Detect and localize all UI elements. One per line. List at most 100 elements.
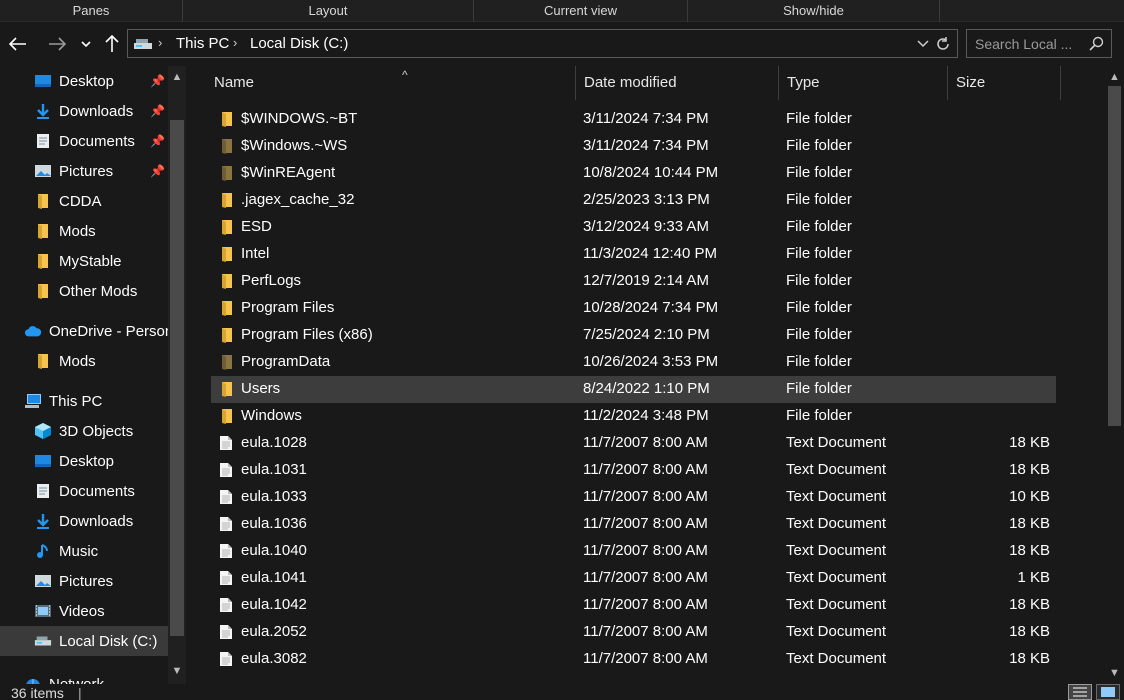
sidebar-item-local-disk[interactable]: Local Disk (C:) bbox=[0, 626, 168, 656]
file-list-scrollbar[interactable]: ▲ ▼ bbox=[1105, 66, 1124, 684]
up-button[interactable] bbox=[100, 32, 124, 56]
table-row[interactable]: Intel 11/3/2024 12:40 PM File folder bbox=[211, 241, 1056, 268]
chevron-down-icon bbox=[81, 40, 91, 47]
table-row[interactable]: eula.1036 11/7/2007 8:00 AM Text Document 1… bbox=[211, 511, 1056, 538]
table-row[interactable]: $Windows.~WS 3/11/2024 7:34 PM File folder bbox=[211, 133, 1056, 160]
sidebar-item-onedrive-mods[interactable]: Mods bbox=[34, 346, 168, 376]
sidebar-item-onedrive[interactable]: OneDrive - Person bbox=[24, 316, 173, 346]
sidebar-item-this-pc[interactable]: This PC bbox=[24, 386, 168, 416]
sidebar-item-pc-documents[interactable]: Documents bbox=[34, 476, 168, 506]
sidebar-item-pc-downloads[interactable]: Downloads bbox=[34, 506, 168, 536]
scroll-down-icon[interactable]: ▼ bbox=[1105, 664, 1124, 682]
breadcrumb-local-disk[interactable]: Local Disk (C:) bbox=[250, 35, 348, 52]
sort-ascending-icon: ^ bbox=[402, 68, 408, 82]
file-type: Text Document bbox=[786, 461, 887, 478]
table-row[interactable]: eula.1033 11/7/2007 8:00 AM Text Document 1… bbox=[211, 484, 1056, 511]
file-name: $Windows.~WS bbox=[241, 137, 348, 154]
sidebar-item-3d-objects[interactable]: 3D Objects bbox=[34, 416, 168, 446]
sidebar-item-desktop[interactable]: Desktop bbox=[34, 66, 168, 96]
table-row[interactable]: eula.1041 11/7/2007 8:00 AM Text Document 1… bbox=[211, 565, 1056, 592]
table-row[interactable]: PerfLogs 12/7/2019 2:14 AM File folder bbox=[211, 268, 1056, 295]
scroll-down-icon[interactable]: ▼ bbox=[168, 662, 186, 680]
pin-icon[interactable]: 📌 bbox=[150, 74, 165, 88]
sidebar-item-label: Mods bbox=[59, 352, 96, 370]
column-header-size[interactable]: Size bbox=[948, 66, 1061, 100]
breadcrumb-separator[interactable]: › bbox=[158, 35, 162, 50]
pin-icon[interactable]: 📌 bbox=[150, 134, 165, 148]
search-box[interactable] bbox=[966, 29, 1112, 58]
table-row[interactable]: ESD 3/12/2024 9:33 AM File folder bbox=[211, 214, 1056, 241]
refresh-icon[interactable] bbox=[935, 36, 951, 52]
table-row[interactable]: Program Files 10/28/2024 7:34 PM File fold… bbox=[211, 295, 1056, 322]
pin-icon[interactable]: 📌 bbox=[150, 104, 165, 118]
table-row[interactable]: eula.1042 11/7/2007 8:00 AM Text Document 1… bbox=[211, 592, 1056, 619]
breadcrumb-this-pc[interactable]: This PC bbox=[176, 35, 229, 52]
file-list-scroll-thumb[interactable] bbox=[1108, 86, 1121, 426]
file-type: File folder bbox=[786, 353, 852, 370]
breadcrumb-separator[interactable]: › bbox=[233, 35, 237, 50]
table-row[interactable]: eula.1031 11/7/2007 8:00 AM Text Document 1… bbox=[211, 457, 1056, 484]
table-row[interactable]: Program Files (x86) 7/25/2024 2:10 PM File… bbox=[211, 322, 1056, 349]
sidebar-item-label: MyStable bbox=[59, 252, 122, 270]
recent-locations-button[interactable] bbox=[76, 32, 96, 56]
column-header-date-modified[interactable]: Date modified bbox=[576, 66, 779, 100]
sidebar-scroll-thumb[interactable] bbox=[170, 120, 184, 636]
sidebar-item-mystable[interactable]: MyStable bbox=[34, 246, 168, 276]
back-button[interactable] bbox=[6, 32, 30, 56]
file-name: $WinREAgent bbox=[241, 164, 336, 181]
table-row[interactable]: eula.1028 11/7/2007 8:00 AM Text Document 1… bbox=[211, 430, 1056, 457]
sidebar-item-label: Local Disk (C:) bbox=[59, 632, 158, 650]
address-bar[interactable]: › This PC › Local Disk (C:) bbox=[127, 29, 958, 58]
sidebar-item-mods[interactable]: Mods bbox=[34, 216, 168, 246]
table-row[interactable]: eula.3082 11/7/2007 8:00 AM Text Document 1… bbox=[211, 646, 1056, 673]
table-row[interactable]: $WinREAgent 10/8/2024 10:44 PM File folder bbox=[211, 160, 1056, 187]
sidebar-item-pc-desktop[interactable]: Desktop bbox=[34, 446, 168, 476]
scroll-up-icon[interactable]: ▲ bbox=[1105, 68, 1124, 86]
text-file-icon bbox=[219, 516, 235, 532]
sidebar-scrollbar[interactable]: ▲ ▼ bbox=[168, 66, 186, 684]
folder-icon bbox=[219, 192, 235, 208]
details-view-button[interactable] bbox=[1068, 684, 1092, 700]
sidebar-item-network[interactable]: Network bbox=[24, 669, 168, 684]
ribbon-group-panes[interactable]: Panes bbox=[0, 0, 183, 22]
sidebar-item-pictures[interactable]: Pictures bbox=[34, 156, 168, 186]
file-name: eula.1040 bbox=[241, 542, 307, 559]
pin-icon[interactable]: 📌 bbox=[150, 164, 165, 178]
table-row[interactable]: eula.1040 11/7/2007 8:00 AM Text Document 1… bbox=[211, 538, 1056, 565]
table-row[interactable]: $WINDOWS.~BT 3/11/2024 7:34 PM File folder bbox=[211, 106, 1056, 133]
sidebar-item-documents[interactable]: Documents bbox=[34, 126, 168, 156]
file-date-modified: 8/24/2022 1:10 PM bbox=[583, 380, 710, 397]
file-type: Text Document bbox=[786, 515, 887, 532]
sidebar-item-videos[interactable]: Videos bbox=[34, 596, 168, 626]
ribbon-group-layout[interactable]: Layout bbox=[183, 0, 474, 22]
chevron-down-icon[interactable] bbox=[917, 40, 929, 48]
file-date-modified: 10/28/2024 7:34 PM bbox=[583, 299, 719, 316]
sidebar-item-music[interactable]: Music bbox=[34, 536, 168, 566]
text-file-icon bbox=[219, 597, 235, 613]
large-icons-view-button[interactable] bbox=[1096, 684, 1120, 700]
table-row[interactable]: Windows 11/2/2024 3:48 PM File folder bbox=[211, 403, 1056, 430]
column-header-name[interactable]: ^ Name bbox=[206, 66, 576, 100]
sidebar-item-cdda[interactable]: CDDA bbox=[34, 186, 168, 216]
sidebar-item-downloads[interactable]: Downloads bbox=[34, 96, 168, 126]
file-type: Text Document bbox=[786, 569, 887, 586]
file-list: ^ Name Date modified Type Size $WINDOWS.… bbox=[190, 66, 1124, 684]
forward-button[interactable] bbox=[45, 32, 69, 56]
ribbon-group-show-hide[interactable]: Show/hide bbox=[688, 0, 940, 22]
navigation-pane: Desktop 📌 Downloads 📌 Documents 📌 Pictur… bbox=[0, 66, 190, 684]
pictures-icon bbox=[34, 163, 52, 179]
search-input[interactable] bbox=[975, 35, 1083, 53]
search-icon[interactable] bbox=[1089, 36, 1104, 51]
sidebar-item-label: Pictures bbox=[59, 162, 114, 180]
table-row[interactable]: Users 8/24/2022 1:10 PM File folder bbox=[211, 376, 1056, 403]
table-row[interactable]: .jagex_cache_32 2/25/2023 3:13 PM File fol… bbox=[211, 187, 1056, 214]
sidebar-item-other-mods[interactable]: Other Mods bbox=[34, 276, 168, 306]
ribbon-group-current-view[interactable]: Current view bbox=[474, 0, 688, 22]
table-row[interactable]: eula.2052 11/7/2007 8:00 AM Text Document 1… bbox=[211, 619, 1056, 646]
details-view-icon bbox=[1073, 687, 1087, 697]
scroll-up-icon[interactable]: ▲ bbox=[168, 68, 186, 86]
column-header-type[interactable]: Type bbox=[779, 66, 948, 100]
table-row[interactable]: ProgramData 10/26/2024 3:53 PM File folder bbox=[211, 349, 1056, 376]
file-name: Intel bbox=[241, 245, 270, 262]
sidebar-item-pc-pictures[interactable]: Pictures bbox=[34, 566, 168, 596]
